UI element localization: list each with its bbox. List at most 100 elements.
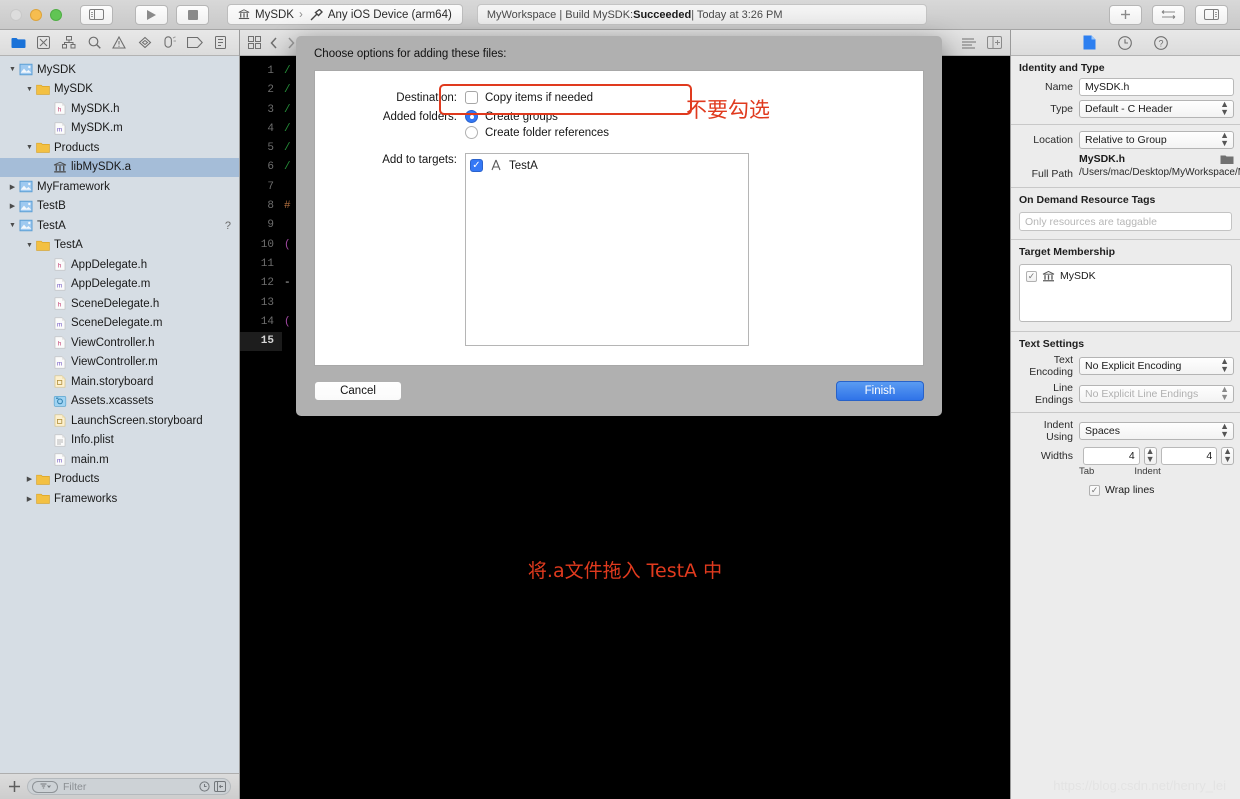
tree-row-frameworks[interactable]: ▶ Frameworks — [0, 489, 239, 509]
tree-row-appdelegate-m[interactable]: m AppDelegate.m — [0, 275, 239, 295]
clock-icon[interactable] — [199, 781, 210, 792]
add-editor-button[interactable] — [1109, 4, 1142, 25]
folder-icon — [36, 143, 50, 153]
toggle-navigator-button[interactable] — [80, 4, 113, 25]
wrap-lines-row[interactable]: ✓ Wrap lines — [1011, 484, 1240, 496]
tree-row-libmysdk-a[interactable]: libMySDK.a — [0, 157, 239, 177]
disclosure-triangle-closed[interactable]: ▶ — [7, 202, 18, 210]
tree-row-mysdk[interactable]: ▼ MySDK — [0, 80, 239, 100]
report-icon — [214, 36, 226, 49]
filter-scope-dropdown[interactable] — [32, 780, 58, 793]
folder-icon[interactable] — [1220, 154, 1234, 165]
minimize-window-button[interactable] — [30, 8, 42, 21]
navigator-tab-test-navigator[interactable] — [136, 34, 154, 52]
tree-row-testb[interactable]: ▶ TestB — [0, 197, 239, 217]
indent-using-select[interactable]: Spaces ▲ ▼ — [1079, 422, 1234, 440]
tree-row-assets-xcassets[interactable]: Assets.xcassets — [0, 392, 239, 412]
navigator-tab-find-navigator[interactable] — [85, 34, 103, 52]
chevron-left-icon[interactable] — [270, 36, 278, 49]
filter-toggle-icon[interactable] — [214, 781, 226, 792]
name-input[interactable]: MySDK.h — [1079, 78, 1234, 96]
tree-row-myframework[interactable]: ▶ MyFramework — [0, 177, 239, 197]
minimap-icon[interactable] — [961, 37, 977, 49]
tree-row-viewcontroller-h[interactable]: h ViewController.h — [0, 333, 239, 353]
navigator-tab-report-navigator[interactable] — [211, 34, 229, 52]
zoom-window-button[interactable] — [50, 8, 62, 21]
line-number: 11 — [260, 257, 274, 270]
stop-button[interactable] — [176, 4, 209, 25]
tree-row-testa[interactable]: ▼ TestA — [0, 236, 239, 256]
close-window-button[interactable] — [10, 8, 22, 21]
diamond-icon — [138, 36, 152, 49]
type-select[interactable]: Default - C Header ▲ ▼ — [1079, 100, 1234, 118]
filter-input[interactable]: Filter — [27, 778, 231, 795]
tree-row-mysdk-m[interactable]: m MySDK.m — [0, 119, 239, 139]
create-folder-references-radio[interactable] — [465, 126, 478, 139]
scheme-selector[interactable]: MySDK › Any iOS Device (arm64) — [227, 4, 463, 25]
target-checkbox[interactable]: ✓ — [470, 159, 483, 172]
tree-row-products[interactable]: ▼ Products — [0, 138, 239, 158]
folder-icon — [36, 84, 50, 95]
swap-editor-button[interactable] — [1152, 4, 1185, 25]
wrap-lines-checkbox[interactable]: ✓ — [1089, 484, 1100, 496]
navigator-tab-project-navigator[interactable] — [10, 34, 28, 52]
list-item[interactable]: ✓ TestA — [470, 159, 744, 172]
tab-width-input[interactable]: 4 — [1083, 447, 1140, 465]
tab-width-stepper[interactable]: ▲ ▼ — [1143, 447, 1157, 465]
tree-row-scenedelegate-m[interactable]: m SceneDelegate.m — [0, 314, 239, 334]
tree-row-products[interactable]: ▶ Products — [0, 470, 239, 490]
tree-row-mysdk-h[interactable]: h MySDK.h — [0, 99, 239, 119]
tree-row-appdelegate-h[interactable]: h AppDelegate.h — [0, 255, 239, 275]
inspector-tab-file-inspector[interactable] — [1083, 35, 1096, 50]
tree-row-launchscreen-storyboard[interactable]: LaunchScreen.storyboard — [0, 411, 239, 431]
tree-row-main-m[interactable]: m main.m — [0, 450, 239, 470]
indent-width-stepper[interactable]: ▲ ▼ — [1221, 447, 1234, 465]
navigator-tab-source-control-navigator[interactable] — [35, 34, 53, 52]
line-number: 8 — [267, 200, 274, 213]
chevron-right-icon[interactable] — [287, 36, 295, 49]
location-select[interactable]: Relative to Group ▲ ▼ — [1079, 131, 1234, 149]
indent-width-input[interactable]: 4 — [1160, 447, 1218, 465]
disclosure-triangle-open[interactable]: ▼ — [7, 222, 18, 229]
cancel-button[interactable]: Cancel — [314, 381, 402, 401]
disclosure-triangle-open[interactable]: ▼ — [24, 86, 35, 93]
navigator-tab-symbol-navigator[interactable] — [60, 34, 78, 52]
line-number: 15 — [240, 332, 282, 352]
list-item[interactable]: ✓ MySDK — [1026, 270, 1225, 282]
grid-icon[interactable] — [248, 36, 261, 49]
text-encoding-select[interactable]: No Explicit Encoding ▲ ▼ — [1079, 357, 1234, 375]
target-membership-list[interactable]: ✓ MySDK — [1019, 264, 1232, 322]
line-endings-select[interactable]: No Explicit Line Endings ▲ ▼ — [1079, 385, 1234, 403]
add-file-button[interactable] — [8, 780, 21, 793]
navigator-tab-breakpoint-navigator[interactable] — [186, 34, 204, 52]
target-membership-checkbox[interactable]: ✓ — [1026, 270, 1037, 282]
tree-row-info-plist[interactable]: Info.plist — [0, 431, 239, 451]
finish-button[interactable]: Finish — [836, 381, 924, 401]
navigator-tab-issue-navigator[interactable] — [110, 34, 128, 52]
inspector-tab-quick-help-inspector[interactable]: ? — [1154, 35, 1168, 50]
tree-row-viewcontroller-m[interactable]: m ViewController.m — [0, 353, 239, 373]
inspector-tab-history-inspector[interactable] — [1118, 35, 1132, 50]
tree-row-scenedelegate-h[interactable]: h SceneDelegate.h — [0, 294, 239, 314]
source-code-text[interactable]: / / / / / / # ( - ( — [284, 62, 291, 351]
h-file-icon: h — [54, 102, 66, 115]
run-button[interactable] — [135, 4, 168, 25]
file-name-value: MySDK.h — [1079, 153, 1126, 165]
disclosure-triangle-open[interactable]: ▼ — [24, 144, 35, 151]
tree-row-testa[interactable]: ▼ TestA? — [0, 216, 239, 236]
tree-row-main-storyboard[interactable]: Main.storyboard — [0, 372, 239, 392]
disclosure-triangle-open[interactable]: ▼ — [7, 66, 18, 73]
disclosure-triangle-closed[interactable]: ▶ — [24, 495, 35, 503]
assistant-editor-icon[interactable] — [987, 36, 1002, 49]
tree-row-label: Products — [54, 473, 100, 486]
project-file-tree[interactable]: ▼ MySDK ▼ MySDK h MySDK.h m MySDK.m ▼ Products lib… — [0, 56, 239, 773]
navigator-tab-debug-navigator[interactable] — [161, 34, 179, 52]
disclosure-triangle-closed[interactable]: ▶ — [24, 475, 35, 483]
tree-row-mysdk[interactable]: ▼ MySDK — [0, 60, 239, 80]
disclosure-triangle-open[interactable]: ▼ — [24, 242, 35, 249]
targets-list[interactable]: ✓ TestA — [465, 153, 749, 346]
add-files-options-dialog[interactable]: Choose options for adding these files: D… — [296, 36, 942, 416]
odr-tags-input[interactable]: Only resources are taggable — [1019, 212, 1232, 231]
disclosure-triangle-closed[interactable]: ▶ — [7, 183, 18, 191]
toggle-inspector-button[interactable] — [1195, 4, 1228, 25]
